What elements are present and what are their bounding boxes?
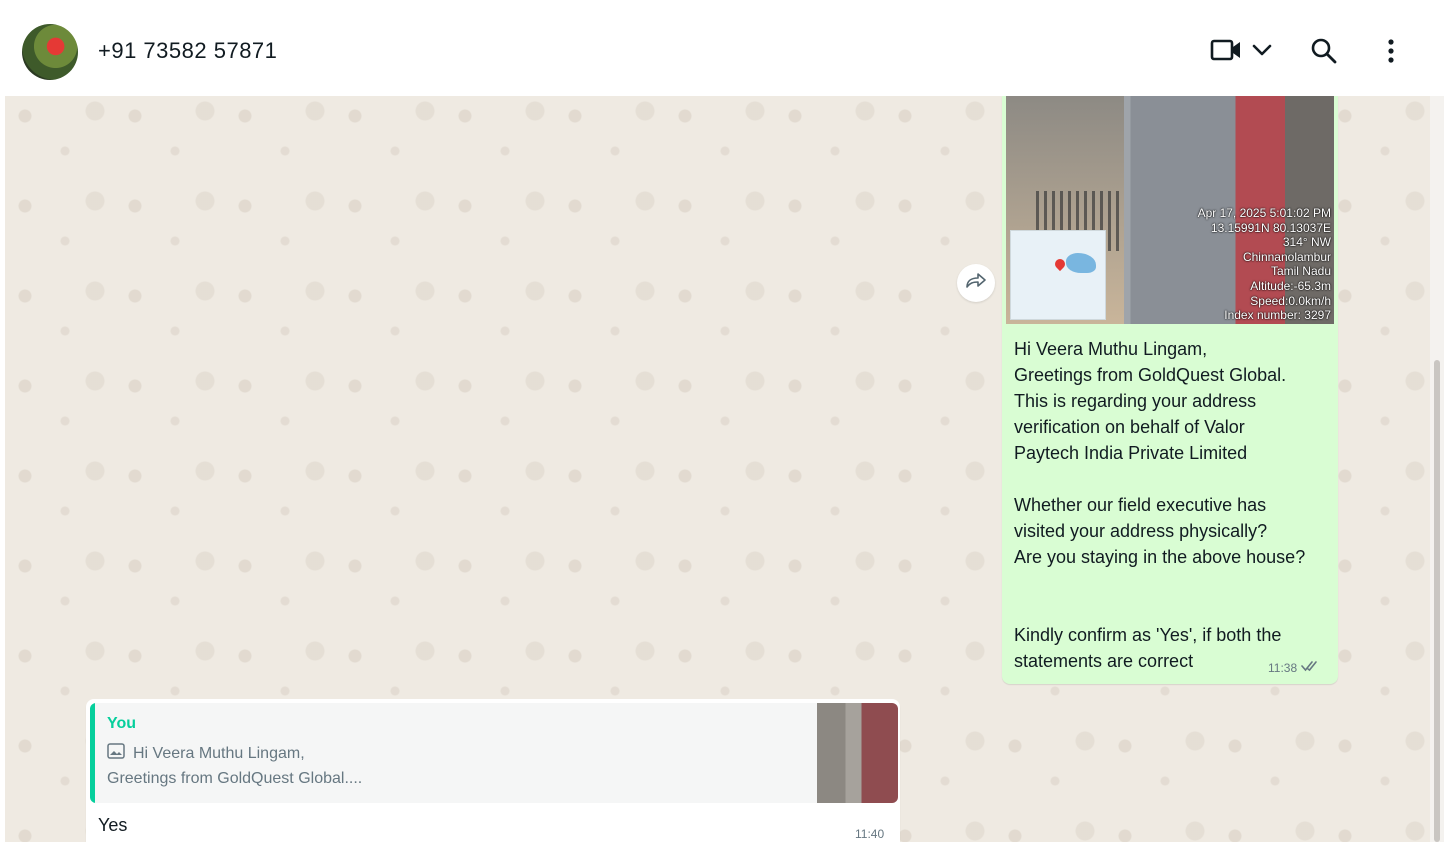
message-line: Greetings from GoldQuest Global. xyxy=(1014,365,1287,385)
quote-thumbnail xyxy=(817,703,898,803)
chevron-down-icon[interactable] xyxy=(1250,36,1274,69)
stamp-line: Tamil Nadu xyxy=(1270,264,1331,279)
contact-avatar[interactable] xyxy=(22,24,78,80)
read-receipt-icon xyxy=(1301,660,1321,675)
outgoing-message-meta: 11:38 xyxy=(1268,660,1321,675)
message-line: This is regarding your address xyxy=(1014,391,1257,411)
message-line: visited your address physically? xyxy=(1014,521,1268,541)
quote-first-line: Hi Veera Muthu Lingam, xyxy=(107,743,305,764)
quote-author: You xyxy=(107,715,137,732)
stamp-line: Speed:0.0km/h xyxy=(1250,293,1331,308)
stamp-line: 13.15991N 80.13037E xyxy=(1210,220,1331,235)
forward-button[interactable] xyxy=(957,264,995,302)
image-icon xyxy=(107,743,125,764)
message-line: Kindly confirm as 'Yes', if both the xyxy=(1014,625,1282,645)
message-line: Paytech India Private Limited xyxy=(1014,443,1248,463)
forward-icon xyxy=(964,272,988,295)
menu-icon[interactable] xyxy=(1383,36,1399,71)
stamp-line: 314° NW xyxy=(1282,235,1331,250)
message-line: verification on behalf of Valor xyxy=(1014,417,1245,437)
stamp-line: Apr 17, 2025 5:01:02 PM xyxy=(1197,206,1331,220)
search-icon[interactable] xyxy=(1310,36,1338,71)
quoted-message[interactable]: You Hi Veera Muthu Lingam, Greetings fro… xyxy=(90,703,898,803)
incoming-message-time: 11:40 xyxy=(855,827,885,841)
stamp-line: Chinnanolambur xyxy=(1242,249,1331,264)
message-line: Hi Veera Muthu Lingam, xyxy=(1014,339,1208,359)
gps-stamp: Apr 17, 2025 5:01:02 PM 13.15991N 80.130… xyxy=(1198,206,1331,323)
stamp-line: Index number: 3297 xyxy=(1224,308,1331,323)
video-call-icon[interactable] xyxy=(1210,36,1242,69)
map-pin-icon xyxy=(1052,256,1068,272)
message-photo[interactable]: Apr 17, 2025 5:01:02 PM 13.15991N 80.130… xyxy=(1006,96,1334,324)
map-lake xyxy=(1066,253,1096,273)
stamp-line: Altitude:-65.3m xyxy=(1250,278,1331,293)
quote-text-line2: Greetings from GoldQuest Global.... xyxy=(107,770,363,787)
quote-text-line1: Hi Veera Muthu Lingam, xyxy=(133,744,305,762)
message-line: Are you staying in the above house? xyxy=(1014,547,1306,567)
scrollbar-thumb[interactable] xyxy=(1434,360,1440,842)
message-time: 11:38 xyxy=(1268,660,1298,675)
map-thumbnail xyxy=(1010,230,1106,320)
outgoing-message-text: Hi Veera Muthu Lingam, Greetings from Go… xyxy=(1014,336,1330,674)
quote-accent-bar xyxy=(90,703,95,803)
incoming-message-text: Yes xyxy=(98,815,128,835)
contact-name[interactable]: +91 73582 57871 xyxy=(98,38,277,64)
message-line: Whether our field executive has xyxy=(1014,495,1267,515)
chat-header: +91 73582 57871 xyxy=(0,0,1450,96)
